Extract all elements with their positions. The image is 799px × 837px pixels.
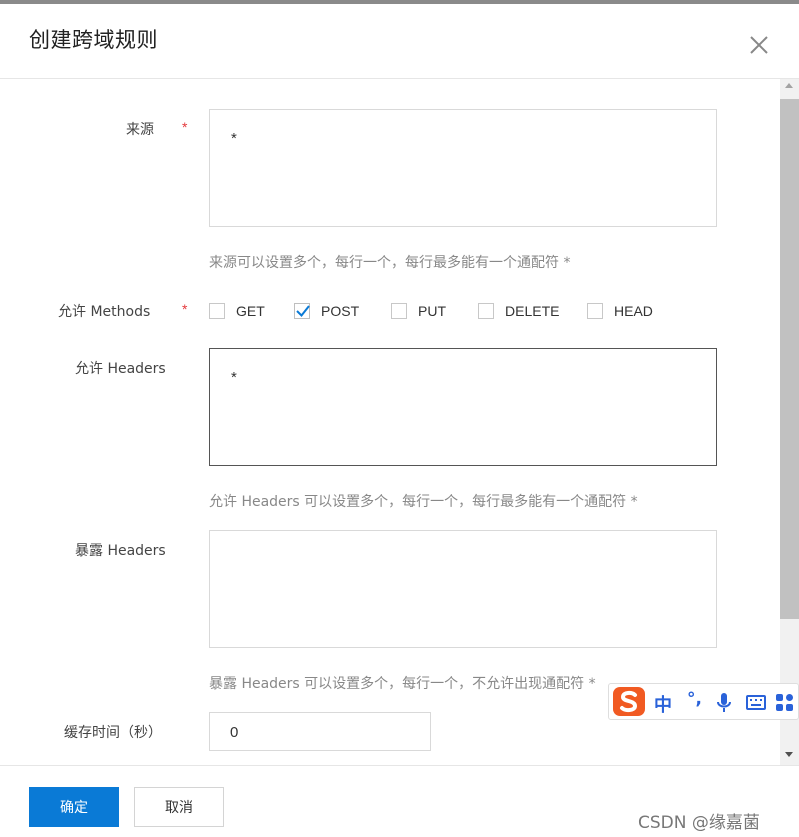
checkbox-label: POST	[321, 303, 360, 319]
methods-label: 允许 Methods	[58, 304, 151, 320]
expose-headers-hint: 暴露 Headers 可以设置多个，每行一个，不允许出现通配符 *	[209, 676, 596, 692]
cancel-button[interactable]: 取消	[134, 787, 224, 827]
ime-mode-label[interactable]: 中	[654, 691, 672, 717]
close-icon	[750, 36, 768, 54]
dialog-header: 创建跨域规则	[0, 4, 799, 79]
allow-headers-label: 允许 Headers	[75, 361, 166, 377]
keyboard-icon[interactable]	[746, 695, 766, 710]
allow-headers-textarea[interactable]: *	[209, 348, 717, 466]
checkbox-label: DELETE	[505, 303, 560, 319]
close-button[interactable]	[744, 30, 774, 60]
watermark: CSDN @缘嘉菌	[638, 813, 760, 833]
confirm-button[interactable]: 确定	[29, 787, 119, 827]
checkbox-label: HEAD	[614, 303, 653, 319]
origin-hint: 来源可以设置多个，每行一个，每行最多能有一个通配符 *	[209, 255, 571, 271]
cache-time-label: 缓存时间（秒）	[64, 725, 162, 741]
checkbox-box[interactable]	[478, 303, 494, 319]
expose-headers-textarea[interactable]	[209, 530, 717, 648]
origin-required-mark: *	[182, 119, 188, 135]
expose-headers-label: 暴露 Headers	[75, 543, 166, 559]
scroll-up-arrow-icon[interactable]	[785, 83, 793, 88]
checkbox-box[interactable]	[209, 303, 225, 319]
dialog-title: 创建跨域规则	[29, 28, 158, 52]
checkbox-box[interactable]	[294, 303, 310, 319]
checkbox-label: GET	[236, 303, 265, 319]
microphone-icon[interactable]	[717, 693, 731, 713]
checkbox-label: PUT	[418, 303, 446, 319]
methods-required-mark: *	[182, 301, 188, 317]
origin-label: 来源	[126, 122, 154, 138]
dialog-footer: 确定 取消 CSDN @缘嘉菌	[0, 765, 799, 837]
ime-punct-label[interactable]: °,	[687, 689, 702, 709]
origin-textarea[interactable]: *	[209, 109, 717, 227]
cache-time-input[interactable]: 0	[209, 712, 431, 751]
sogou-logo-icon[interactable]	[611, 685, 647, 718]
check-icon	[296, 305, 310, 318]
checkbox-box[interactable]	[391, 303, 407, 319]
scroll-thumb[interactable]	[780, 99, 799, 619]
allow-headers-hint: 允许 Headers 可以设置多个，每行一个，每行最多能有一个通配符 *	[209, 494, 638, 510]
vertical-scrollbar[interactable]	[780, 79, 799, 765]
scroll-down-arrow-icon[interactable]	[785, 752, 793, 757]
checkbox-box[interactable]	[587, 303, 603, 319]
dialog-body: 来源 * * 来源可以设置多个，每行一个，每行最多能有一个通配符 * 允许 Me…	[0, 79, 780, 765]
toolbox-icon[interactable]	[776, 694, 793, 711]
ime-toolbar[interactable]: 中 °,	[608, 683, 799, 720]
